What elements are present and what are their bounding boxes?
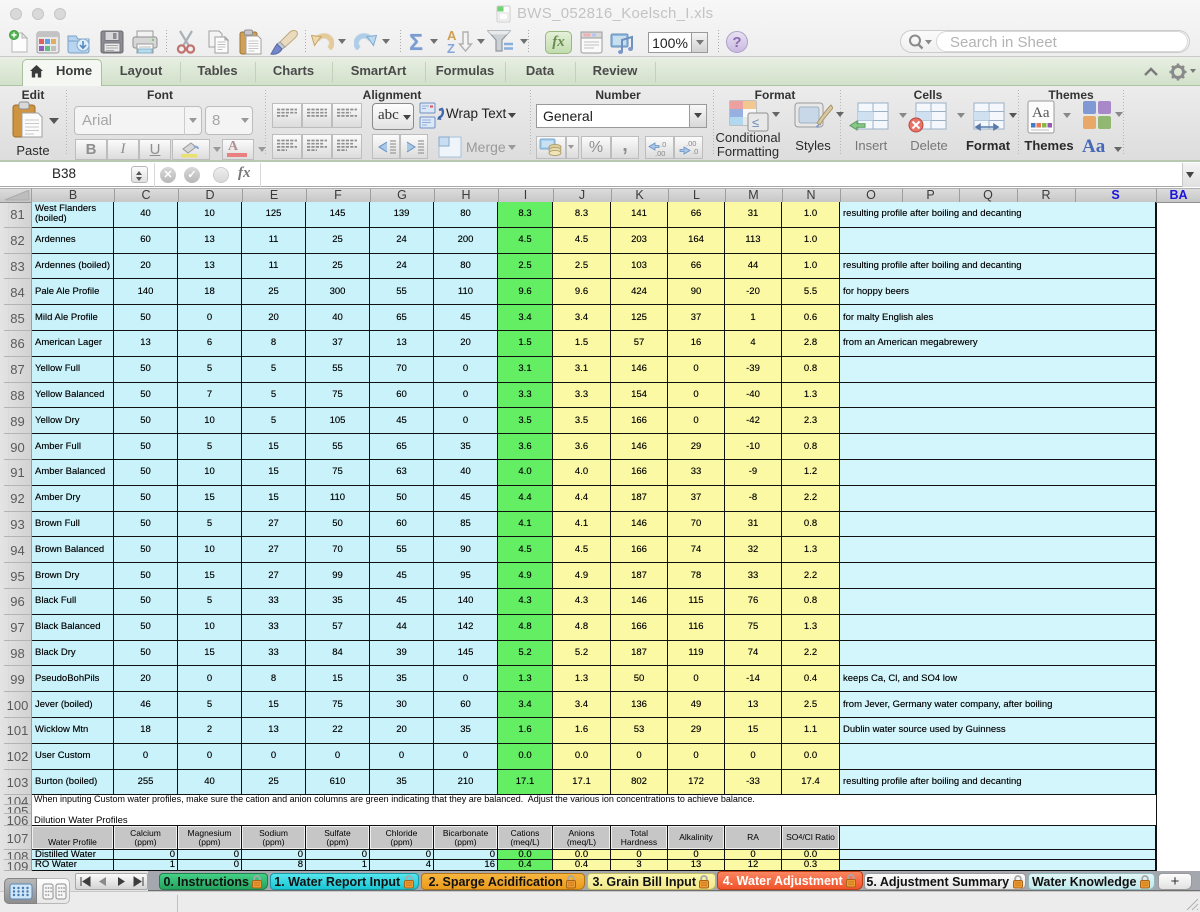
svg-text:.00: .00 xyxy=(655,149,665,157)
svg-text:.0: .0 xyxy=(660,140,666,149)
svg-text:≤: ≤ xyxy=(752,115,759,130)
svg-text:Aa: Aa xyxy=(1032,105,1050,121)
svg-text:.0: .0 xyxy=(692,147,698,156)
svg-text:Z: Z xyxy=(447,41,455,55)
